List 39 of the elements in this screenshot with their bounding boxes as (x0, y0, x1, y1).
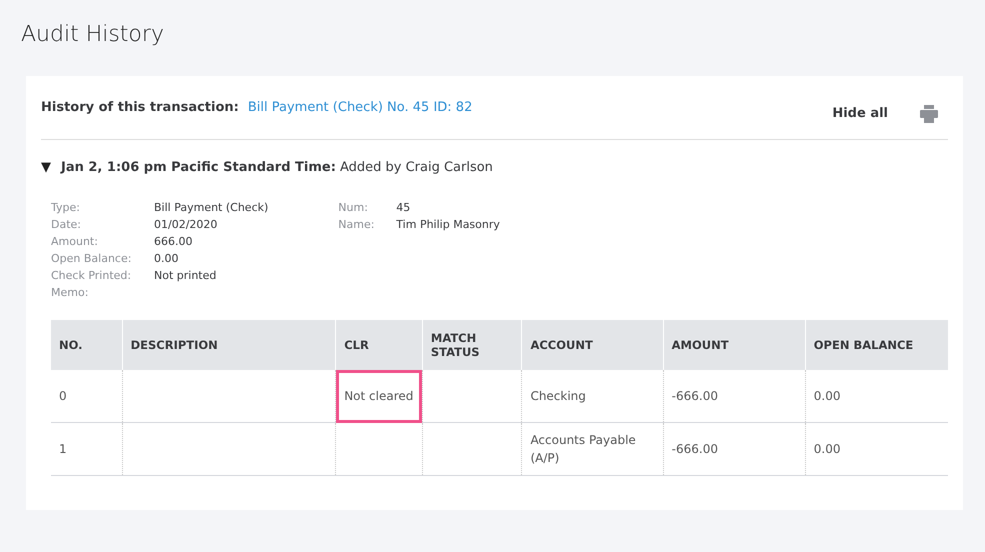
table-cell: Checking (522, 370, 664, 422)
field-label: Date: (51, 217, 82, 233)
print-icon[interactable] (920, 104, 938, 122)
column-header: MATCH STATUS (422, 320, 522, 370)
table-cell: 0 (51, 370, 122, 422)
collapse-toggle[interactable]: ▼ (41, 160, 51, 175)
field-label: Num: (338, 200, 369, 216)
field-value: 01/02/2020 (154, 217, 218, 233)
page-title: Audit History (20, 21, 165, 49)
table-cell: Accounts Payable (A/P) (522, 422, 664, 476)
field-value: 0.00 (154, 251, 180, 267)
field-value: 45 (396, 200, 412, 216)
column-header: CLR (336, 320, 422, 370)
field-label: Memo: (51, 285, 90, 301)
field-value: Tim Philip Masonry (396, 217, 500, 233)
table-cell: 0.00 (805, 422, 948, 476)
transaction-link[interactable]: Bill Payment (Check) No. 45 ID: 82 (248, 100, 472, 115)
field-label: Name: (338, 217, 376, 233)
column-header: AMOUNT (663, 320, 806, 370)
field-label: Amount: (51, 234, 99, 250)
table-cell: -666.00 (663, 370, 806, 422)
field-value: Bill Payment (Check) (154, 200, 268, 216)
column-header: DESCRIPTION (122, 320, 336, 370)
field-label: Type: (51, 200, 81, 216)
field-value: Not printed (154, 268, 218, 284)
hide-all-button[interactable]: Hide all (828, 102, 892, 125)
history-label: History of this transaction: (41, 100, 239, 115)
field-label: Open Balance: (51, 251, 132, 267)
column-header: NO. (51, 320, 122, 370)
field-value: 666.00 (154, 234, 194, 250)
table-cell: -666.00 (663, 422, 806, 476)
entry-timestamp: Jan 2, 1:06 pm Pacific Standard Time: (61, 160, 336, 175)
column-header: ACCOUNT (522, 320, 664, 370)
column-header: OPEN BALANCE (805, 320, 948, 370)
table-cell: 1 (51, 422, 122, 476)
field-label: Check Printed: (51, 268, 132, 284)
table-cell: 0.00 (805, 370, 948, 422)
table-cell: Not cleared (336, 370, 422, 422)
entry-action: Added by Craig Carlson (340, 160, 493, 175)
